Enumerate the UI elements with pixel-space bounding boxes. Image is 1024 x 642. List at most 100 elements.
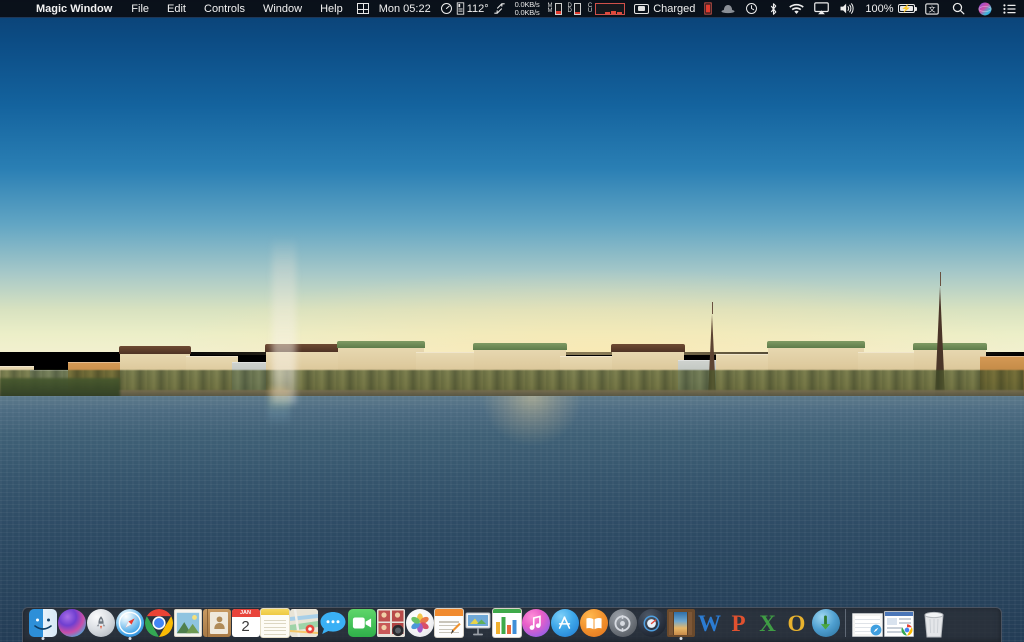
maps-icon xyxy=(289,609,318,637)
time-machine-icon xyxy=(745,2,758,15)
dock-item-trash[interactable] xyxy=(917,607,951,641)
menu-clock: Mon 05:22 xyxy=(378,2,431,15)
dock-item-keynote[interactable] xyxy=(463,607,492,641)
apple-logo-icon[interactable] xyxy=(8,0,26,18)
calendar-month-label: JAN xyxy=(231,609,260,617)
calendar-icon: JAN 2 xyxy=(231,609,260,637)
running-indicator xyxy=(128,637,131,640)
wifi-status-item[interactable] xyxy=(784,0,809,18)
dock-item-system-preferences[interactable] xyxy=(608,607,637,641)
disk-gauge-icon xyxy=(573,2,581,15)
dock: JAN 2 W P X O xyxy=(22,607,1002,642)
dock-item-numbers[interactable] xyxy=(492,607,521,641)
dock-item-facetime[interactable] xyxy=(347,607,376,641)
alster-fountain xyxy=(272,236,296,404)
menu-bar: Magic Window File Edit Controls Window H… xyxy=(0,0,1024,18)
sun-reflection xyxy=(442,396,623,526)
dock-item-dashboard[interactable] xyxy=(637,607,666,641)
menu-help[interactable]: Help xyxy=(311,0,352,18)
svg-text:文: 文 xyxy=(928,4,935,13)
grid-icon xyxy=(356,3,369,14)
clock-status-item[interactable]: Mon 05:22 xyxy=(374,0,436,18)
numbers-icon xyxy=(492,609,521,637)
spotlight-search-icon xyxy=(952,2,965,15)
dock-item-safari[interactable] xyxy=(115,607,144,641)
documents-stack-icon xyxy=(851,613,883,637)
dock-item-maps[interactable] xyxy=(289,607,318,641)
dock-item-launchpad[interactable] xyxy=(86,607,115,641)
dock-item-microsoft-outlook[interactable]: O xyxy=(782,607,811,641)
dock-item-photo-booth[interactable] xyxy=(376,607,405,641)
menu-window[interactable]: Window xyxy=(254,0,311,18)
temperature-status-item[interactable]: 112° xyxy=(455,0,492,18)
speedometer-status-item[interactable] xyxy=(436,0,455,18)
dock-item-pages[interactable] xyxy=(434,607,463,641)
dock-item-preview[interactable] xyxy=(173,607,202,641)
dock-separator xyxy=(845,609,846,637)
itunes-icon xyxy=(521,609,550,637)
battery-percent-status-item[interactable]: 100% ⚡ xyxy=(859,0,918,18)
dock-item-app-store[interactable] xyxy=(550,607,579,641)
thermal-status-item[interactable] xyxy=(700,0,716,18)
dock-item-documents-stack[interactable] xyxy=(851,607,883,641)
airplay-status-item[interactable] xyxy=(809,0,834,18)
battery-state-status-item[interactable]: Charged xyxy=(629,0,700,18)
dock-item-google-chrome[interactable] xyxy=(144,607,173,641)
preview-icon xyxy=(173,609,202,637)
dock-item-siri[interactable] xyxy=(57,607,86,641)
menu-app-name[interactable]: Magic Window xyxy=(26,0,122,18)
bluetooth-status-item[interactable] xyxy=(763,0,784,18)
bluetooth-icon xyxy=(769,2,778,16)
dock-item-finder[interactable] xyxy=(28,607,57,641)
cpu-history-icon xyxy=(595,2,626,15)
dock-item-notes[interactable] xyxy=(260,607,289,641)
memory-gauge-status-item[interactable]: MM xyxy=(545,0,565,18)
input-source-status-item[interactable]: 文 xyxy=(919,0,945,18)
notification-center-icon xyxy=(1002,3,1016,15)
google-chrome-icon xyxy=(144,609,173,637)
spotlight-status-item[interactable] xyxy=(945,0,972,18)
siri-dock-icon xyxy=(57,609,86,637)
siri-status-item[interactable] xyxy=(972,0,998,18)
photo-booth-icon xyxy=(376,609,405,637)
fountain-rainbow xyxy=(268,388,290,426)
dock-item-download-manager[interactable] xyxy=(811,607,840,641)
dock-item-microsoft-powerpoint[interactable]: P xyxy=(724,607,753,641)
spaces-status-item[interactable] xyxy=(352,0,374,18)
app-store-icon xyxy=(550,609,579,637)
memory-gauge-icon xyxy=(554,2,562,15)
menu-file[interactable]: File xyxy=(122,0,158,18)
running-indicator xyxy=(41,637,44,640)
microsoft-word-icon: W xyxy=(698,610,721,636)
system-preferences-icon xyxy=(608,609,637,637)
dock-item-magic-window[interactable] xyxy=(666,607,695,641)
dock-item-messages[interactable] xyxy=(318,607,347,641)
menu-edit[interactable]: Edit xyxy=(158,0,195,18)
bartender-hat-icon xyxy=(721,3,735,14)
volume-status-item[interactable] xyxy=(834,0,859,18)
dock-item-microsoft-word[interactable]: W xyxy=(695,607,724,641)
launchpad-icon xyxy=(86,609,115,637)
dock-item-calendar[interactable]: JAN 2 xyxy=(231,607,260,641)
dock-item-contacts[interactable] xyxy=(202,607,231,641)
dock-item-microsoft-excel[interactable]: X xyxy=(753,607,782,641)
temperature-value: 112° xyxy=(466,2,489,15)
dock-item-itunes[interactable] xyxy=(521,607,550,641)
dock-item-photos[interactable] xyxy=(405,607,434,641)
time-machine-status-item[interactable] xyxy=(740,0,763,18)
cpu-history-status-item[interactable]: CU xyxy=(584,0,629,18)
battery-percent-label: 100% xyxy=(865,2,894,15)
notification-center-status-item[interactable] xyxy=(998,0,1022,18)
magic-window-icon xyxy=(666,609,695,637)
desktop-screen: Magic Window File Edit Controls Window H… xyxy=(0,0,1024,642)
resize-arrows-status-item[interactable] xyxy=(492,0,510,18)
bartender-status-item[interactable] xyxy=(716,0,740,18)
battery-pill-icon xyxy=(634,3,650,14)
menu-controls[interactable]: Controls xyxy=(195,0,254,18)
network-speed-status-item[interactable]: 0.0KB/s 0.0KB/s xyxy=(510,0,545,18)
dock-item-downloads-stack[interactable] xyxy=(883,607,915,641)
finder-icon xyxy=(28,609,57,637)
volume-icon xyxy=(839,2,855,15)
disk-gauge-status-item[interactable]: DD xyxy=(565,0,584,18)
dock-item-ibooks[interactable] xyxy=(579,607,608,641)
